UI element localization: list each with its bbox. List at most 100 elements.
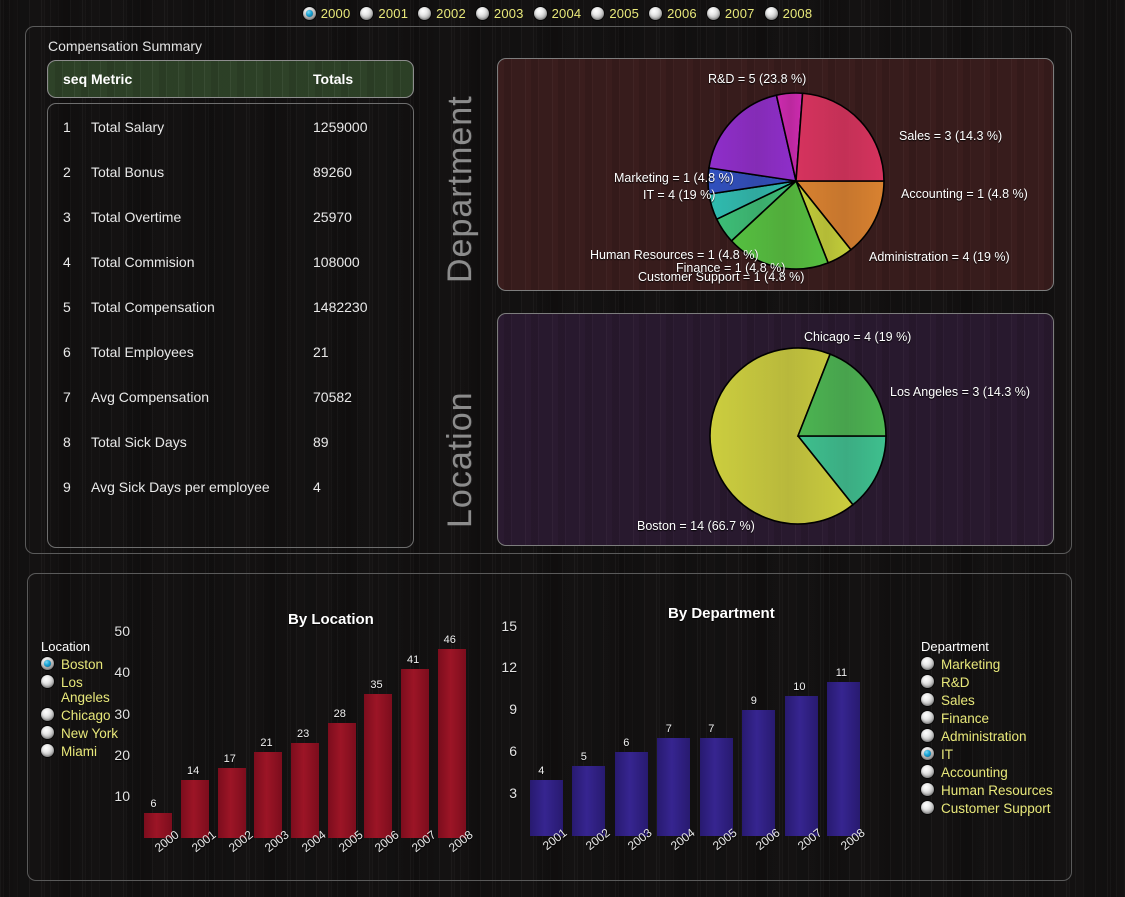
bar-2003[interactable]	[614, 752, 648, 836]
pie-slice-r-d[interactable]	[795, 92, 885, 182]
location-filter-option-miami[interactable]: Miami	[41, 744, 133, 759]
bar-value-2006: 35	[370, 679, 383, 692]
cell-seq: 9	[63, 478, 71, 495]
cell-metric: Total Overtime	[91, 208, 182, 225]
location-pie-panel: Chicago = 4 (19 %) Los Angeles = 3 (14.3 …	[497, 313, 1054, 546]
department-filter-option-sales[interactable]: Sales	[921, 693, 1101, 708]
department-filter-option-label: IT	[941, 747, 953, 762]
table-row: 4 Total Commision 108000	[48, 239, 413, 284]
radio-unselected-icon[interactable]	[475, 6, 489, 20]
cell-total: 108000	[313, 253, 360, 270]
bar-value-2002: 5	[580, 751, 587, 764]
department-filter-option-it[interactable]: IT	[921, 747, 1101, 762]
radio-unselected-icon[interactable]	[921, 765, 934, 778]
radio-unselected-icon[interactable]	[41, 726, 54, 739]
radio-unselected-icon[interactable]	[41, 675, 54, 688]
bar-2003[interactable]	[254, 751, 283, 838]
table-row: 1 Total Salary 1259000	[48, 104, 413, 149]
cell-seq: 1	[63, 118, 71, 135]
summary-title: Compensation Summary	[48, 38, 203, 54]
year-option-2003[interactable]: 2003	[475, 6, 524, 21]
bar-2008[interactable]	[437, 648, 466, 838]
y-tick-15: 15	[501, 617, 517, 634]
bar-2001[interactable]	[181, 780, 209, 838]
location-filter-option-los-angeles[interactable]: Los Angeles	[41, 675, 133, 705]
table-row: 3 Total Overtime 25970	[48, 194, 413, 239]
radio-unselected-icon[interactable]	[921, 711, 934, 724]
cell-seq: 7	[63, 388, 71, 405]
radio-unselected-icon[interactable]	[921, 801, 934, 814]
table-row: 6 Total Employees 21	[48, 329, 413, 374]
department-pie-label-sales: Sales = 3 (14.3 %)	[899, 129, 1003, 143]
location-filter-option-label: Boston	[61, 657, 104, 672]
bar-2004[interactable]	[291, 743, 319, 838]
year-option-2005[interactable]: 2005	[591, 6, 639, 21]
bar-2007[interactable]	[784, 696, 818, 836]
cell-total: 1259000	[313, 118, 368, 135]
year-option-2002[interactable]: 2002	[418, 6, 466, 21]
bar-2006[interactable]	[742, 710, 776, 836]
radio-unselected-icon[interactable]	[921, 675, 934, 688]
bar-2002[interactable]	[217, 768, 246, 838]
radio-unselected-icon[interactable]	[360, 6, 374, 20]
radio-unselected-icon[interactable]	[418, 6, 432, 20]
department-filter-option-customer-support[interactable]: Customer Support	[921, 801, 1101, 816]
year-option-2008[interactable]: 2008	[764, 5, 813, 21]
radio-selected-icon[interactable]	[302, 6, 316, 20]
radio-unselected-icon[interactable]	[41, 708, 54, 721]
bar-value-2007: 10	[793, 681, 806, 694]
radio-unselected-icon[interactable]	[764, 6, 778, 20]
bar-value-2003: 6	[623, 737, 630, 750]
department-filter-option-label: Marketing	[941, 657, 1001, 672]
table-row: 8 Total Sick Days 89	[48, 419, 413, 464]
department-filter-option-finance[interactable]: Finance	[921, 711, 1101, 726]
year-option-2001[interactable]: 2001	[360, 6, 408, 21]
cell-total: 21	[313, 343, 329, 360]
department-pie-label-rd: R&D = 5 (23.8 %)	[708, 72, 807, 86]
year-option-label: 2008	[782, 5, 813, 21]
radio-unselected-icon[interactable]	[706, 6, 720, 20]
bar-2007[interactable]	[401, 669, 429, 838]
bar-2004[interactable]	[657, 738, 691, 836]
bar-2006[interactable]	[364, 694, 393, 838]
department-pie-label-human-resources: Human Resources = 1 (4.8 %)	[590, 248, 759, 262]
radio-unselected-icon[interactable]	[921, 693, 934, 706]
bar-value-2005: 7	[708, 723, 715, 736]
cell-metric: Avg Sick Days per employee	[91, 478, 270, 495]
department-filter-option-human-resources[interactable]: Human Resources	[921, 783, 1101, 798]
cell-metric: Avg Compensation	[91, 388, 210, 405]
bar-value-2004: 7	[665, 723, 672, 736]
bar-value-2008: 46	[443, 633, 456, 646]
location-filter-option-new-york[interactable]: New York	[41, 726, 133, 741]
radio-selected-icon[interactable]	[41, 657, 54, 670]
bar-value-2003: 21	[260, 736, 273, 749]
year-option-2006[interactable]: 2006	[649, 6, 697, 21]
radio-unselected-icon[interactable]	[921, 729, 934, 742]
department-filter-option-r-d[interactable]: R&D	[921, 675, 1101, 690]
bar-2005[interactable]	[699, 738, 733, 836]
year-option-2004[interactable]: 2004	[533, 5, 582, 21]
radio-unselected-icon[interactable]	[921, 783, 934, 796]
year-option-label: 2004	[551, 5, 582, 21]
year-option-label: 2002	[436, 5, 466, 21]
radio-selected-icon[interactable]	[921, 747, 934, 760]
radio-unselected-icon[interactable]	[41, 744, 54, 757]
department-filter-header: Department	[921, 639, 989, 654]
bar-2005[interactable]	[327, 722, 356, 838]
location-filter-option-boston[interactable]: Boston	[41, 657, 133, 672]
department-filter-option-administration[interactable]: Administration	[921, 729, 1101, 744]
location-filter-option-chicago[interactable]: Chicago	[41, 708, 133, 723]
radio-unselected-icon[interactable]	[649, 6, 663, 20]
radio-unselected-icon[interactable]	[533, 6, 547, 20]
department-filter-option-accounting[interactable]: Accounting	[921, 765, 1101, 780]
year-option-2007[interactable]: 2007	[706, 6, 755, 21]
radio-unselected-icon[interactable]	[591, 6, 605, 20]
location-section-label: Location	[441, 391, 479, 528]
bar-2008[interactable]	[827, 682, 861, 836]
cell-seq: 4	[63, 253, 71, 270]
radio-unselected-icon[interactable]	[921, 657, 934, 670]
department-filter-option-marketing[interactable]: Marketing	[921, 657, 1101, 672]
cell-total: 25970	[313, 208, 352, 225]
bar-2002[interactable]	[572, 766, 606, 836]
year-option-2000[interactable]: 2000	[302, 6, 351, 21]
